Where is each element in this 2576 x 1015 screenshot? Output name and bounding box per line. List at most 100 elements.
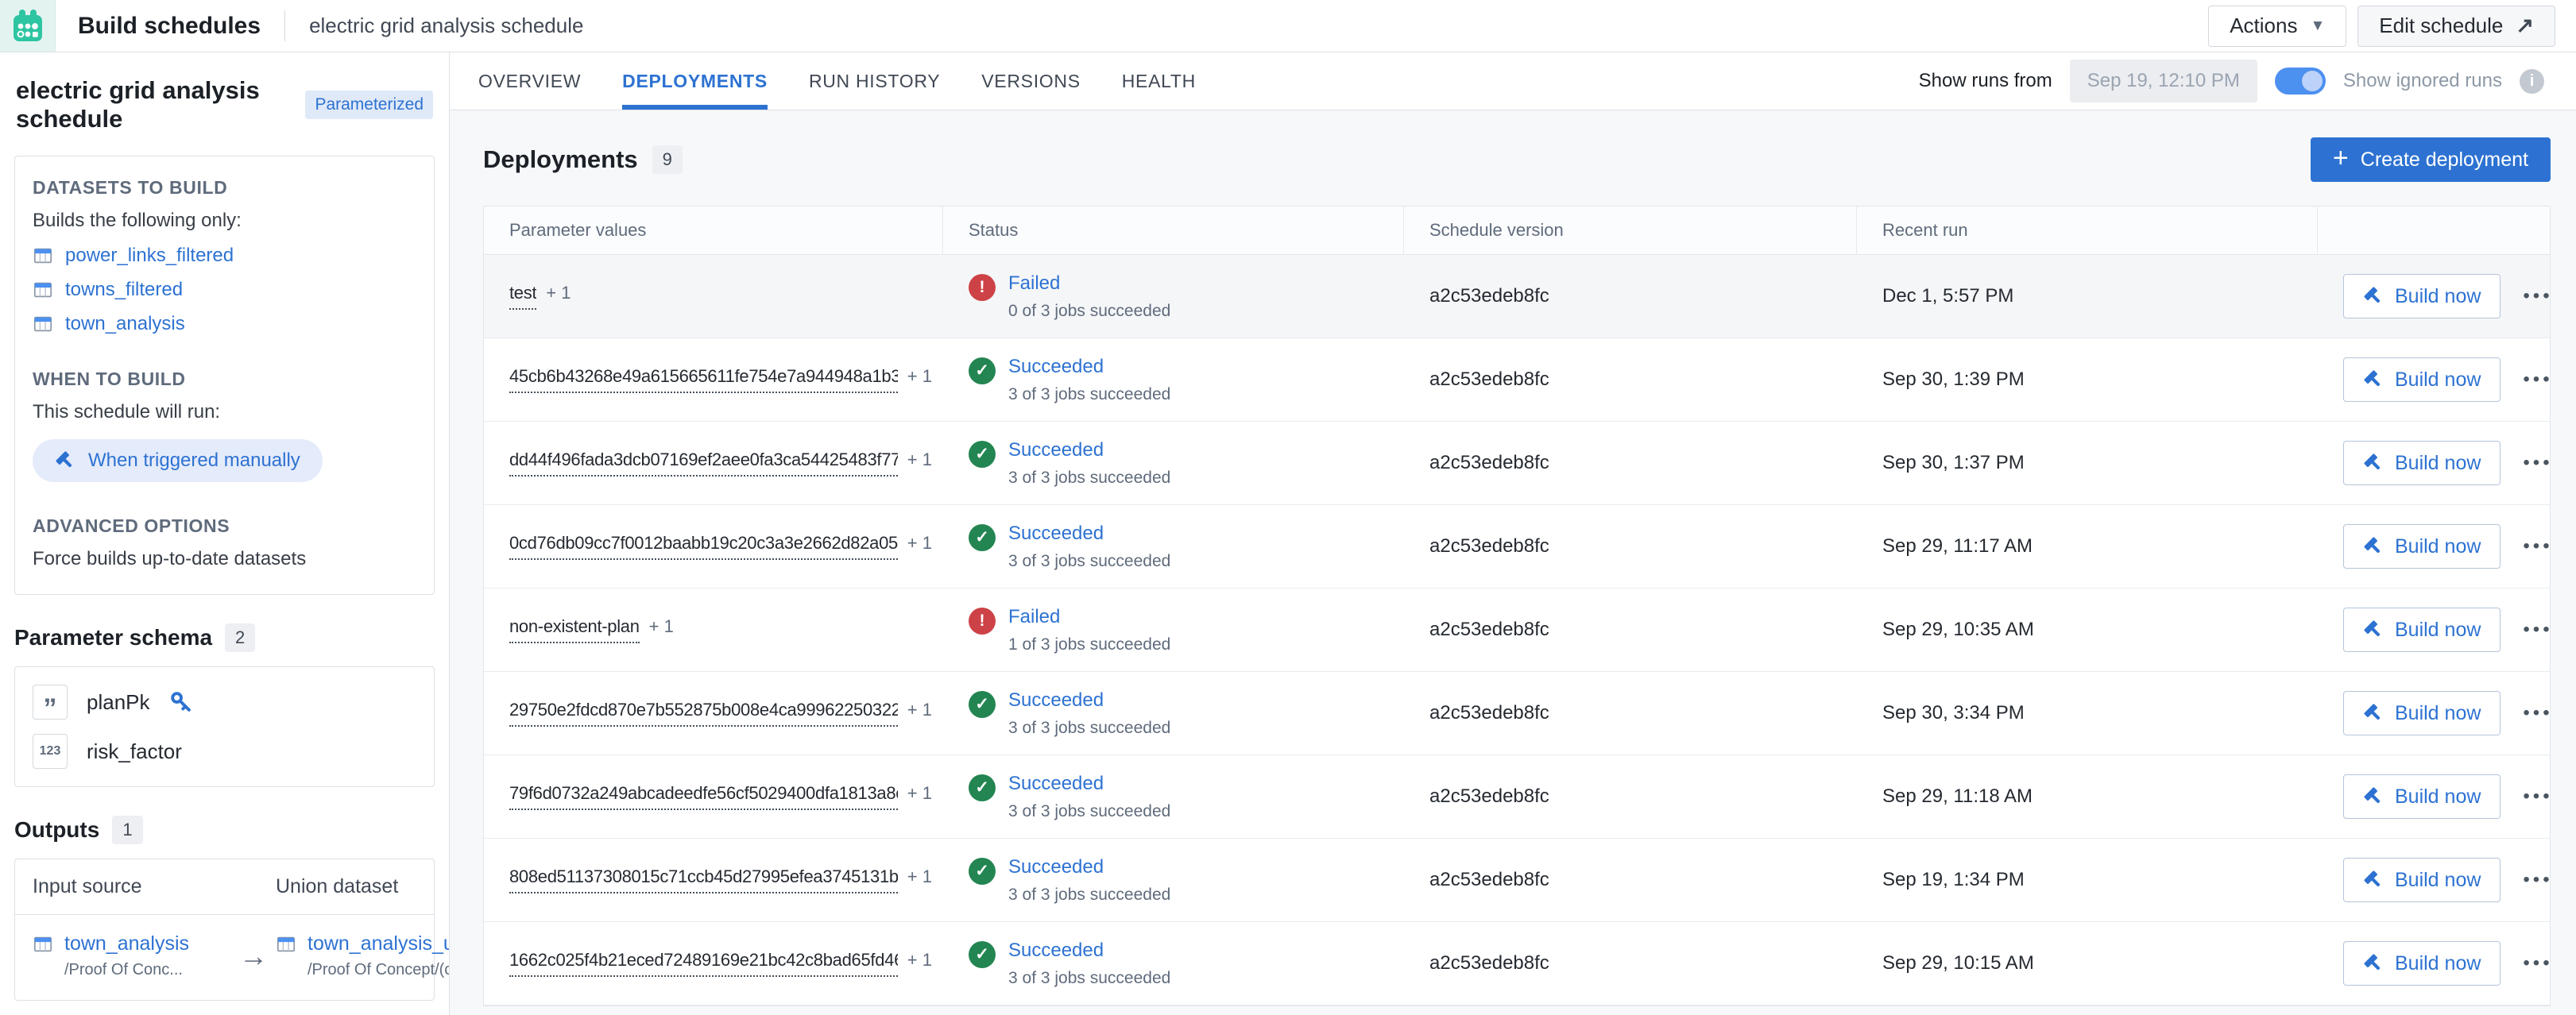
more-options-button[interactable]: ••• <box>2523 285 2552 307</box>
succeeded-icon: ✓ <box>969 524 996 551</box>
status-link[interactable]: Succeeded <box>1008 439 1170 461</box>
tab-deployments[interactable]: DEPLOYMENTS <box>622 52 768 110</box>
status-link[interactable]: Succeeded <box>1008 356 1170 378</box>
param-extra: + 1 <box>907 950 932 971</box>
more-options-button[interactable]: ••• <box>2523 619 2552 641</box>
output-union-cell: town_analysis_u... /Proof Of Concept/(cj… <box>276 932 450 979</box>
param-value[interactable]: non-existent-plan <box>509 616 640 643</box>
param-value[interactable]: 1662c025f4b21eced72489169e21bc42c8bad65f… <box>509 950 898 977</box>
param-value[interactable]: 808ed51137308015c71ccb45d27995efea374513… <box>509 866 898 893</box>
outputs-card: Input source Union dataset town_analysis <box>14 859 435 1001</box>
header-actions: Actions ▼ Edit schedule ↗ <box>2208 6 2576 47</box>
more-options-button[interactable]: ••• <box>2523 869 2552 891</box>
dataset-icon <box>33 935 53 954</box>
build-now-button[interactable]: Build now <box>2343 941 2501 986</box>
deployment-row[interactable]: non-existent-plan + 1 ! Failed 1 of 3 jo… <box>484 589 2550 672</box>
deployments-heading: Deployments <box>483 145 638 174</box>
output-union-path: /Proof Of Concept/(cj... <box>307 961 450 979</box>
build-now-button[interactable]: Build now <box>2343 524 2501 569</box>
breadcrumb[interactable]: electric grid analysis schedule <box>309 14 583 38</box>
parameter-values-cell: 79f6d0732a249abcadeedfe56cf5029400dfa181… <box>484 783 943 810</box>
param-value[interactable]: dd44f496fada3dcb07169ef2aee0fa3ca5442548… <box>509 450 898 477</box>
more-options-button[interactable]: ••• <box>2523 452 2552 474</box>
datasets-section-subheading: Builds the following only: <box>33 210 416 232</box>
hammer-icon <box>2363 286 2384 307</box>
tab-health[interactable]: HEALTH <box>1122 52 1196 110</box>
deployment-row[interactable]: 808ed51137308015c71ccb45d27995efea374513… <box>484 839 2550 922</box>
output-source-path: /Proof Of Conc... <box>64 961 231 979</box>
output-union-link[interactable]: town_analysis_u... <box>276 932 450 955</box>
runs-from-date-button[interactable]: Sep 19, 12:10 PM <box>2070 60 2257 102</box>
tab-overview[interactable]: OVERVIEW <box>478 52 581 110</box>
create-deployment-button[interactable]: + Create deployment <box>2311 137 2551 182</box>
param-value[interactable]: 29750e2fdcd870e7b552875b008e4ca999622503… <box>509 700 898 727</box>
status-link[interactable]: Succeeded <box>1008 689 1170 712</box>
trigger-pill: When triggered manually <box>33 439 323 482</box>
status-link[interactable]: Failed <box>1008 606 1170 628</box>
sidebar-dataset-link[interactable]: towns_filtered <box>33 279 416 301</box>
top-header: Build schedules electric grid analysis s… <box>0 0 2576 52</box>
hammer-icon <box>2363 786 2384 807</box>
status-detail: 3 of 3 jobs succeeded <box>1008 552 1170 571</box>
hammer-icon <box>2363 870 2384 890</box>
actions-cell: Build now ••• <box>2318 524 2550 569</box>
build-now-button[interactable]: Build now <box>2343 608 2501 652</box>
tab-label: HEALTH <box>1122 71 1196 92</box>
header-divider <box>284 11 285 41</box>
status-link[interactable]: Succeeded <box>1008 523 1170 545</box>
build-now-button[interactable]: Build now <box>2343 774 2501 819</box>
actions-button[interactable]: Actions ▼ <box>2208 6 2346 47</box>
build-now-button[interactable]: Build now <box>2343 441 2501 485</box>
param-value[interactable]: 45cb6b43268e49a615665611fe754e7a944948a1… <box>509 366 898 393</box>
build-now-label: Build now <box>2395 285 2481 308</box>
build-now-label: Build now <box>2395 702 2481 725</box>
status-link[interactable]: Failed <box>1008 272 1170 295</box>
info-icon[interactable]: i <box>2520 69 2544 94</box>
tab-label: OVERVIEW <box>478 71 581 92</box>
build-now-button[interactable]: Build now <box>2343 691 2501 735</box>
tab-run-history[interactable]: RUN HISTORY <box>809 52 940 110</box>
deployment-row[interactable]: 1662c025f4b21eced72489169e21bc42c8bad65f… <box>484 922 2550 1005</box>
deployment-row[interactable]: 29750e2fdcd870e7b552875b008e4ca999622503… <box>484 672 2550 755</box>
build-now-button[interactable]: Build now <box>2343 357 2501 402</box>
more-options-button[interactable]: ••• <box>2523 535 2552 558</box>
actions-cell: Build now ••• <box>2318 774 2550 819</box>
param-value[interactable]: test <box>509 283 536 310</box>
deployment-row[interactable]: test + 1 ! Failed 0 of 3 jobs succeeded … <box>484 255 2550 338</box>
tabs: OVERVIEW DEPLOYMENTS RUN HISTORY VERSION… <box>478 52 1196 110</box>
deployment-row[interactable]: 0cd76db09cc7f0012baabb19c20c3a3e2662d82a… <box>484 505 2550 589</box>
param-value[interactable]: 79f6d0732a249abcadeedfe56cf5029400dfa181… <box>509 783 898 810</box>
deployment-row[interactable]: dd44f496fada3dcb07169ef2aee0fa3ca5442548… <box>484 422 2550 505</box>
tab-versions[interactable]: VERSIONS <box>981 52 1080 110</box>
more-options-button[interactable]: ••• <box>2523 952 2552 974</box>
build-now-button[interactable]: Build now <box>2343 274 2501 318</box>
more-options-button[interactable]: ••• <box>2523 369 2552 391</box>
build-now-button[interactable]: Build now <box>2343 858 2501 902</box>
more-options-button[interactable]: ••• <box>2523 785 2552 808</box>
param-extra: + 1 <box>907 866 932 887</box>
deployment-row[interactable]: 79f6d0732a249abcadeedfe56cf5029400dfa181… <box>484 755 2550 839</box>
deployment-row[interactable]: 45cb6b43268e49a615665611fe754e7a944948a1… <box>484 338 2550 422</box>
column-status: Status <box>943 206 1404 254</box>
arrow-right-icon: → <box>231 940 276 973</box>
recent-run: Sep 29, 11:18 AM <box>1857 785 2318 808</box>
edit-schedule-button[interactable]: Edit schedule ↗ <box>2357 6 2555 47</box>
show-ignored-runs-toggle[interactable] <box>2275 68 2326 95</box>
app-logo[interactable] <box>0 0 56 52</box>
schedule-version: a2c53edeb8fc <box>1404 285 1857 307</box>
status-cell: ✓ Succeeded 3 of 3 jobs succeeded <box>943 356 1404 404</box>
recent-run: Sep 29, 11:17 AM <box>1857 535 2318 558</box>
deployments-table: Parameter values Status Schedule version… <box>483 206 2551 1006</box>
toggle-knob <box>2302 71 2323 91</box>
tab-label: VERSIONS <box>981 71 1080 92</box>
output-source-link[interactable]: town_analysis <box>33 932 231 955</box>
more-options-button[interactable]: ••• <box>2523 702 2552 724</box>
status-link[interactable]: Succeeded <box>1008 940 1170 962</box>
status-link[interactable]: Succeeded <box>1008 856 1170 878</box>
sidebar-dataset-link[interactable]: town_analysis <box>33 313 416 335</box>
parameterized-badge: Parameterized <box>305 91 433 119</box>
status-link[interactable]: Succeeded <box>1008 773 1170 795</box>
sidebar-dataset-link[interactable]: power_links_filtered <box>33 245 416 267</box>
param-value[interactable]: 0cd76db09cc7f0012baabb19c20c3a3e2662d82a… <box>509 533 898 560</box>
when-section-subheading: This schedule will run: <box>33 401 416 423</box>
